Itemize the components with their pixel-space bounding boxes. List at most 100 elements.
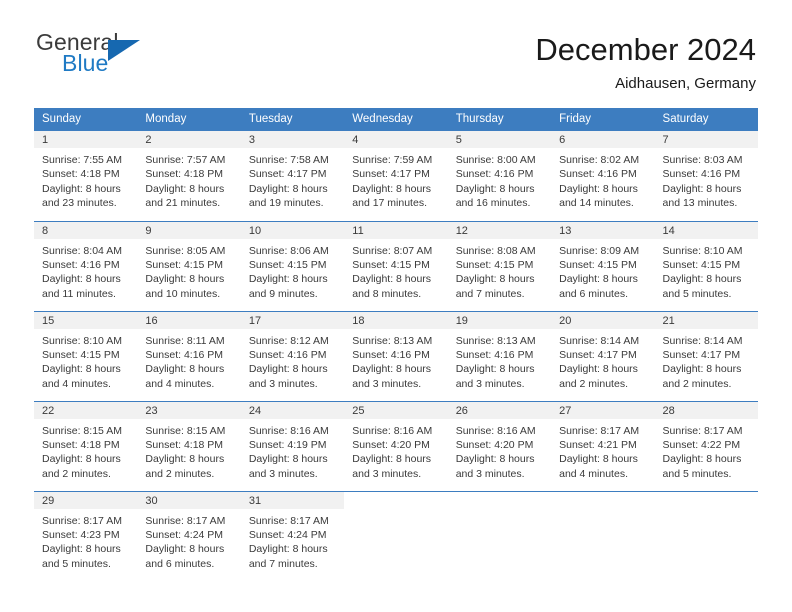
sunrise-time: Sunrise: 8:10 AM (42, 334, 122, 347)
day-details: Sunrise: 8:12 AM Sunset: 4:16 PM Daylight:… (241, 329, 344, 392)
calendar-day-cell[interactable]: 1 Sunrise: 7:55 AM Sunset: 4:18 PM Daylight… (34, 131, 138, 221)
calendar-day-cell[interactable]: 7 Sunrise: 8:03 AM Sunset: 4:16 PM Daylight… (654, 131, 758, 221)
logo-triangle-icon (108, 40, 140, 61)
day-number: 15 (34, 311, 138, 329)
day-number: 1 (34, 131, 138, 148)
weekday-header-monday: Monday (137, 108, 241, 131)
calendar-day-cell[interactable]: 23 Sunrise: 8:15 AM Sunset: 4:18 PM Dayligh… (137, 400, 241, 491)
calendar-day-cell[interactable]: 29 Sunrise: 8:17 AM Sunset: 4:23 PM Dayligh… (34, 490, 138, 581)
day-number: 7 (654, 131, 758, 148)
calendar-day-cell[interactable]: 19 Sunrise: 8:13 AM Sunset: 4:16 PM Dayligh… (447, 310, 552, 401)
sunset-time: Sunset: 4:18 PM (145, 438, 224, 451)
day-number: 25 (344, 401, 448, 419)
day-details: Sunrise: 8:16 AM Sunset: 4:20 PM Daylight:… (344, 419, 447, 482)
calendar-day-cell[interactable]: 14 Sunrise: 8:10 AM Sunset: 4:15 PM Dayligh… (654, 220, 758, 311)
sunset-time: Sunset: 4:16 PM (455, 348, 534, 361)
calendar-day-cell[interactable]: 17 Sunrise: 8:12 AM Sunset: 4:16 PM Dayligh… (240, 310, 345, 401)
day-number: 6 (551, 131, 655, 148)
sunrise-time: Sunrise: 8:17 AM (662, 424, 743, 437)
calendar-day-cell[interactable]: 6 Sunrise: 8:02 AM Sunset: 4:16 PM Daylight… (551, 131, 655, 221)
calendar-day-cell[interactable]: 30 Sunrise: 8:17 AM Sunset: 4:24 PM Dayligh… (137, 490, 241, 581)
day-details: Sunrise: 8:00 AM Sunset: 4:16 PM Daylight:… (448, 148, 551, 211)
calendar-day-cell[interactable]: 13 Sunrise: 8:09 AM Sunset: 4:15 PM Dayligh… (551, 220, 655, 311)
weekday-header-saturday: Saturday (654, 108, 758, 131)
calendar-day-cell[interactable]: 12 Sunrise: 8:08 AM Sunset: 4:15 PM Dayligh… (447, 220, 552, 311)
day-number: 16 (137, 311, 241, 329)
daylight-duration-line2: and 4 minutes. (145, 377, 215, 390)
general-blue-logo[interactable]: General Blue (36, 30, 156, 84)
calendar-day-cell[interactable]: 24 Sunrise: 8:16 AM Sunset: 4:19 PM Dayligh… (240, 400, 345, 491)
daylight-duration-line1: Daylight: 8 hours (248, 273, 328, 286)
calendar-day-cell[interactable]: 26 Sunrise: 8:16 AM Sunset: 4:20 PM Dayligh… (447, 400, 552, 491)
calendar-day-cell[interactable]: 27 Sunrise: 8:17 AM Sunset: 4:21 PM Dayligh… (551, 400, 655, 491)
sunrise-time: Sunrise: 8:07 AM (352, 244, 433, 257)
day-number: 21 (654, 311, 758, 329)
daylight-duration-line1: Daylight: 8 hours (559, 273, 638, 286)
calendar-day-cell[interactable]: 8 Sunrise: 8:04 AM Sunset: 4:16 PM Daylight… (34, 220, 138, 311)
sunset-time: Sunset: 4:17 PM (352, 168, 430, 181)
calendar-day-cell[interactable]: 2 Sunrise: 7:57 AM Sunset: 4:18 PM Daylight… (137, 131, 241, 221)
day-details: Sunrise: 8:03 AM Sunset: 4:16 PM Daylight:… (655, 148, 758, 211)
day-number (551, 491, 655, 509)
daylight-duration-line2: and 9 minutes. (248, 287, 318, 300)
calendar-day-cell[interactable]: 22 Sunrise: 8:15 AM Sunset: 4:18 PM Dayligh… (34, 400, 138, 491)
sunrise-time: Sunrise: 8:14 AM (559, 334, 640, 347)
sunset-time: Sunset: 4:18 PM (145, 168, 224, 181)
day-details: Sunrise: 8:10 AM Sunset: 4:15 PM Daylight:… (655, 239, 758, 302)
day-details: Sunrise: 8:11 AM Sunset: 4:16 PM Daylight:… (137, 329, 240, 392)
daylight-duration-line1: Daylight: 8 hours (662, 182, 742, 195)
sunrise-time: Sunrise: 8:13 AM (352, 334, 433, 347)
day-details: Sunrise: 8:16 AM Sunset: 4:20 PM Daylight:… (448, 419, 551, 482)
daylight-duration-line1: Daylight: 8 hours (559, 363, 638, 376)
calendar-day-cell[interactable]: 28 Sunrise: 8:17 AM Sunset: 4:22 PM Dayligh… (654, 400, 758, 491)
daylight-duration-line1: Daylight: 8 hours (662, 363, 742, 376)
day-details: Sunrise: 7:57 AM Sunset: 4:18 PM Daylight:… (137, 148, 240, 211)
daylight-duration-line2: and 2 minutes. (559, 377, 628, 390)
sunset-time: Sunset: 4:15 PM (145, 258, 224, 271)
sunrise-time: Sunrise: 8:17 AM (248, 514, 329, 527)
daylight-duration-line2: and 7 minutes. (248, 557, 318, 570)
daylight-duration-line1: Daylight: 8 hours (145, 363, 225, 376)
daylight-duration-line1: Daylight: 8 hours (455, 363, 535, 376)
day-details: Sunrise: 8:17 AM Sunset: 4:23 PM Daylight:… (34, 509, 137, 572)
day-number: 2 (137, 131, 241, 148)
calendar-day-cell[interactable]: 11 Sunrise: 8:07 AM Sunset: 4:15 PM Dayligh… (344, 220, 448, 311)
daylight-duration-line1: Daylight: 8 hours (455, 182, 535, 195)
page-title: December 2024 (535, 32, 756, 67)
calendar-day-cell[interactable]: 18 Sunrise: 8:13 AM Sunset: 4:16 PM Dayligh… (344, 310, 448, 401)
day-details: Sunrise: 8:07 AM Sunset: 4:15 PM Daylight:… (344, 239, 447, 302)
day-details: Sunrise: 8:04 AM Sunset: 4:16 PM Daylight:… (34, 239, 137, 302)
day-details: Sunrise: 8:17 AM Sunset: 4:22 PM Daylight:… (655, 419, 758, 482)
calendar-day-cell[interactable]: 3 Sunrise: 7:58 AM Sunset: 4:17 PM Daylight… (240, 131, 345, 221)
calendar-day-cell[interactable]: 16 Sunrise: 8:11 AM Sunset: 4:16 PM Dayligh… (137, 310, 241, 401)
daylight-duration-line1: Daylight: 8 hours (559, 182, 638, 195)
day-number (447, 491, 552, 509)
calendar-week-row: 1 Sunrise: 7:55 AM Sunset: 4:18 PM Daylight… (34, 131, 758, 221)
calendar-day-cell[interactable]: 20 Sunrise: 8:14 AM Sunset: 4:17 PM Dayligh… (551, 310, 655, 401)
daylight-duration-line1: Daylight: 8 hours (662, 273, 742, 286)
sunrise-time: Sunrise: 8:11 AM (145, 334, 225, 347)
day-number: 11 (344, 221, 448, 239)
day-details: Sunrise: 8:17 AM Sunset: 4:21 PM Daylight:… (551, 419, 654, 482)
daylight-duration-line2: and 3 minutes. (455, 467, 525, 480)
calendar-day-cell[interactable]: 10 Sunrise: 8:06 AM Sunset: 4:15 PM Dayligh… (240, 220, 345, 311)
day-details: Sunrise: 8:17 AM Sunset: 4:24 PM Daylight:… (137, 509, 240, 572)
calendar-day-cell[interactable]: 21 Sunrise: 8:14 AM Sunset: 4:17 PM Dayligh… (654, 310, 758, 401)
day-details (655, 509, 758, 514)
calendar-week-row: 15 Sunrise: 8:10 AM Sunset: 4:15 PM Dayligh… (34, 310, 758, 401)
calendar-day-cell[interactable]: 25 Sunrise: 8:16 AM Sunset: 4:20 PM Dayligh… (344, 400, 448, 491)
daylight-duration-line2: and 3 minutes. (248, 467, 318, 480)
daylight-duration-line1: Daylight: 8 hours (145, 543, 225, 556)
sunrise-time: Sunrise: 7:59 AM (352, 154, 433, 166)
sunrise-time: Sunrise: 7:55 AM (42, 154, 122, 166)
daylight-duration-line2: and 6 minutes. (559, 287, 628, 300)
calendar-day-cell[interactable]: 4 Sunrise: 7:59 AM Sunset: 4:17 PM Daylight… (344, 131, 448, 221)
daylight-duration-line1: Daylight: 8 hours (42, 453, 121, 466)
calendar-day-cell[interactable]: 5 Sunrise: 8:00 AM Sunset: 4:16 PM Daylight… (447, 131, 552, 221)
calendar-day-cell[interactable]: 9 Sunrise: 8:05 AM Sunset: 4:15 PM Daylight… (137, 220, 241, 311)
sunset-time: Sunset: 4:18 PM (42, 168, 120, 181)
sunrise-time: Sunrise: 8:08 AM (455, 244, 536, 257)
calendar-day-cell[interactable]: 31 Sunrise: 8:17 AM Sunset: 4:24 PM Dayligh… (240, 490, 345, 581)
day-details: Sunrise: 8:09 AM Sunset: 4:15 PM Daylight:… (551, 239, 654, 302)
calendar-day-cell[interactable]: 15 Sunrise: 8:10 AM Sunset: 4:15 PM Dayligh… (34, 310, 138, 401)
